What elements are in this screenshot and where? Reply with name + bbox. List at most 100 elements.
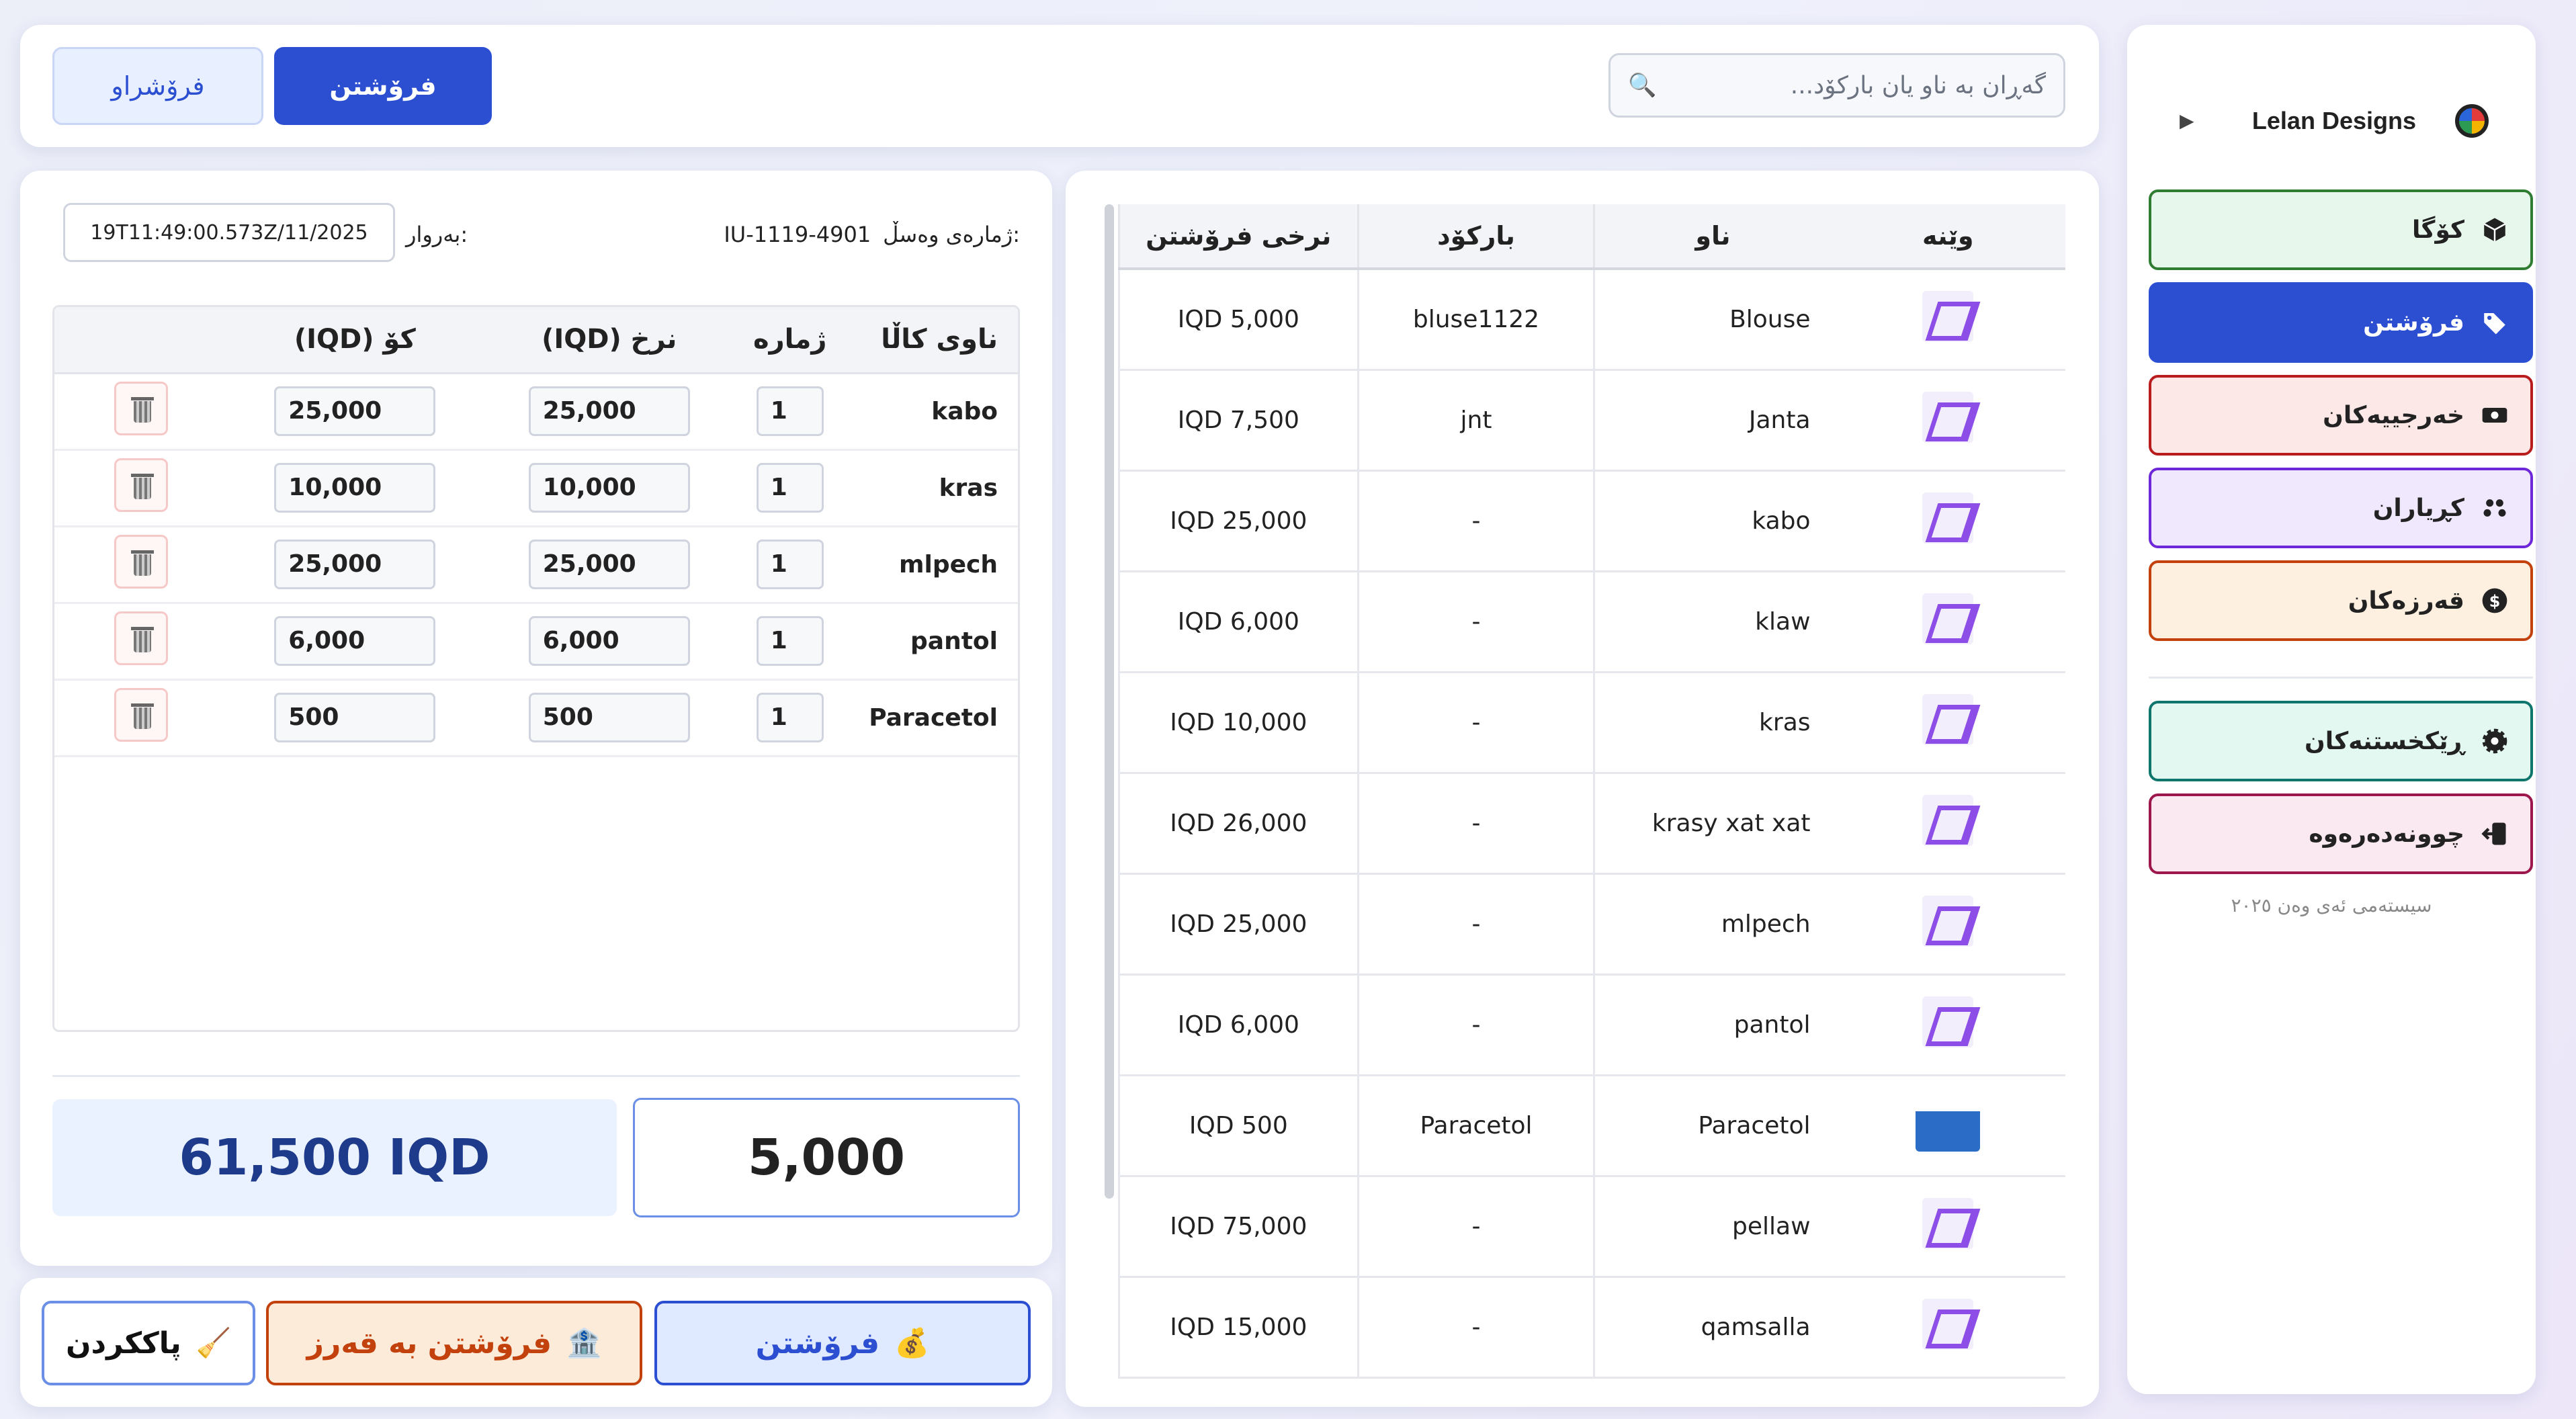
product-name: pantol — [1593, 974, 1831, 1076]
product-image — [1922, 492, 1974, 544]
paid-amount-input[interactable]: 5,000 — [633, 1098, 1020, 1217]
product-barcode: - — [1357, 974, 1594, 1076]
trash-icon[interactable] — [114, 458, 169, 512]
price-input[interactable]: 6,000 — [528, 616, 690, 666]
product-row[interactable]: Janta jnt 7,500 IQD — [1118, 370, 2065, 472]
product-image — [1922, 593, 1974, 644]
tab-sold[interactable]: فرۆشراو — [52, 47, 263, 125]
product-image-cell — [1830, 773, 2065, 875]
cart-price-cell: 6,000 — [482, 603, 736, 681]
trash-icon[interactable] — [114, 534, 169, 589]
quantity-input[interactable]: 1 — [756, 540, 824, 589]
price-input[interactable]: 500 — [528, 693, 690, 742]
product-price: 7,500 IQD — [1118, 370, 1359, 472]
line-total-field[interactable]: 25,000 — [274, 540, 436, 589]
product-image — [1922, 290, 1974, 342]
invoice-number-row: ژمارەی وەسڵ: IU-1119-4901 — [724, 222, 1020, 247]
nav-label: کڕیاران — [2372, 494, 2464, 522]
line-total-field[interactable]: 25,000 — [274, 386, 436, 436]
product-price: 26,000 IQD — [1118, 773, 1359, 875]
quantity-input[interactable]: 1 — [756, 386, 824, 436]
line-total-field[interactable]: 6,000 — [274, 616, 436, 666]
line-total-field[interactable]: 500 — [274, 693, 436, 742]
clear-button[interactable]: پاککردن 🧹 — [42, 1301, 255, 1385]
product-row[interactable]: qamsalla -15,000 IQD — [1118, 1277, 2065, 1379]
search-input[interactable] — [1663, 71, 2046, 99]
cart-action-cell — [54, 526, 228, 604]
product-price: 15,000 IQD — [1118, 1277, 1359, 1379]
product-table: وێنە ناو بارکۆد نرخی فرۆشتن Blouse bluse1… — [1118, 204, 2065, 1379]
nav-item-inventory[interactable]: کۆگا — [2149, 189, 2533, 270]
price-input[interactable]: 25,000 — [528, 540, 690, 589]
trash-icon[interactable] — [114, 611, 169, 665]
col-header-qty: ژمارە — [736, 307, 844, 374]
product-row[interactable]: Paracetol Paracetol 500 IQD — [1118, 1075, 2065, 1177]
product-image — [1922, 996, 1974, 1047]
nav-item-customers[interactable]: کڕیاران — [2149, 468, 2533, 548]
product-image — [1922, 794, 1974, 846]
product-barcode: bluse1122 — [1357, 269, 1594, 371]
nav-item-settings[interactable]: ڕێکخستنەکان — [2149, 701, 2533, 781]
product-row[interactable]: Blouse bluse1122 5,000 IQD — [1118, 269, 2065, 371]
product-name: kras — [1593, 672, 1831, 774]
nav-label: قەرزەکان — [2348, 587, 2464, 615]
totals-divider — [52, 1075, 1020, 1077]
product-name: krasy xat xat — [1593, 773, 1831, 875]
product-row[interactable]: kabo -25,000 IQD — [1118, 470, 2065, 572]
invoice-date-field[interactable]: 19T11:49:00.573Z/11/2025 — [63, 203, 395, 262]
quantity-input[interactable]: 1 — [756, 463, 824, 513]
product-row[interactable]: mlpech -25,000 IQD — [1118, 873, 2065, 976]
trash-icon[interactable] — [114, 687, 169, 742]
nav-item-debts[interactable]: $ قەرزەکان — [2149, 560, 2533, 641]
product-row[interactable]: krasy xat xat -26,000 IQD — [1118, 773, 2065, 875]
nav-label: کۆگا — [2412, 216, 2464, 244]
cart-total-cell: 25,000 — [228, 373, 482, 451]
trash-icon[interactable] — [114, 381, 169, 435]
action-bar: فرۆشتن 💰 فرۆشتن بە قەرز 🏦 پاککردن 🧹 — [20, 1278, 1052, 1407]
cube-icon — [2479, 214, 2510, 245]
sidebar-toggle-icon[interactable]: ▶ — [2180, 110, 2194, 132]
col-header-price: نرخ (IQD) — [482, 307, 736, 374]
dollar-icon: $ — [2479, 585, 2510, 616]
cart-item-name: pantol — [843, 603, 1018, 681]
product-row[interactable]: klaw -6,000 IQD — [1118, 571, 2065, 673]
product-name: klaw — [1593, 571, 1831, 673]
search-icon: 🔍 — [1628, 72, 1657, 99]
nav-label: فرۆشتن — [2363, 308, 2464, 337]
product-name: Paracetol — [1593, 1075, 1831, 1177]
product-barcode: - — [1357, 773, 1594, 875]
logout-icon — [2479, 818, 2510, 849]
product-price: 25,000 IQD — [1118, 470, 1359, 572]
product-image-cell — [1830, 873, 2065, 976]
nav-label: چوونەدەرەوە — [2309, 820, 2464, 848]
line-total-field[interactable]: 10,000 — [274, 463, 436, 513]
product-name: mlpech — [1593, 873, 1831, 976]
cart-total-cell: 10,000 — [228, 449, 482, 527]
quantity-input[interactable]: 1 — [756, 616, 824, 666]
price-input[interactable]: 10,000 — [528, 463, 690, 513]
product-price: 5,000 IQD — [1118, 269, 1359, 371]
cart-price-cell: 500 — [482, 679, 736, 757]
product-row[interactable]: pellaw -75,000 IQD — [1118, 1176, 2065, 1278]
nav-item-sales[interactable]: فرۆشتن — [2149, 282, 2533, 363]
users-icon — [2479, 492, 2510, 523]
brand-name: Lelan Designs — [2251, 107, 2416, 134]
nav-item-logout[interactable]: چوونەدەرەوە — [2149, 793, 2533, 874]
product-row[interactable]: kras -10,000 IQD — [1118, 672, 2065, 774]
price-input[interactable]: 25,000 — [528, 386, 690, 436]
cart-action-cell — [54, 603, 228, 681]
product-image — [1922, 391, 1974, 443]
product-price: 6,000 IQD — [1118, 571, 1359, 673]
sell-button[interactable]: فرۆشتن 💰 — [654, 1301, 1031, 1385]
nav-item-expenses[interactable]: خەرجییەکان — [2149, 375, 2533, 456]
product-row[interactable]: pantol -6,000 IQD — [1118, 974, 2065, 1076]
sidebar: Lelan Designs ▶ سیستەمی ئەی وەن ٢٠٢٥ کۆگ… — [2127, 25, 2536, 1394]
cart-qty-cell: 1 — [736, 679, 844, 757]
quantity-input[interactable]: 1 — [756, 693, 824, 742]
broom-icon: 🧹 — [196, 1326, 232, 1359]
product-price: 25,000 IQD — [1118, 873, 1359, 976]
tab-sell[interactable]: فرۆشتن — [274, 47, 492, 125]
sell-on-credit-button[interactable]: فرۆشتن بە قەرز 🏦 — [266, 1301, 642, 1385]
scrollbar[interactable] — [1105, 204, 1114, 1199]
sell-on-credit-label: فرۆشتن بە قەرز — [306, 1326, 552, 1361]
